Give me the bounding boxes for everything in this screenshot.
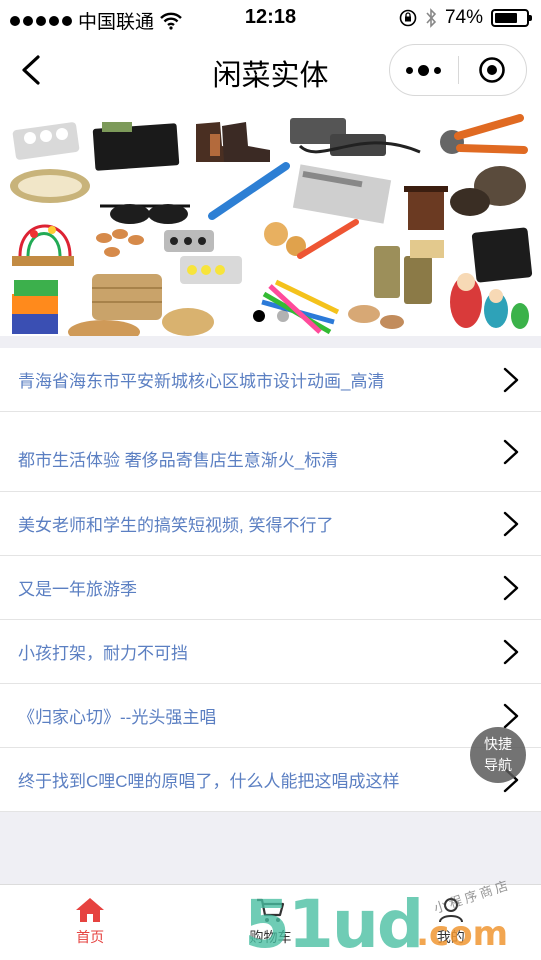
- more-dot-icon: [434, 66, 442, 74]
- cart-icon: [257, 898, 285, 922]
- list-item[interactable]: 美女老师和学生的搞笑短视频, 笑得不行了: [0, 492, 541, 556]
- list-item-label: 青海省海东市平安新城核心区城市设计动画_高清: [18, 372, 385, 391]
- quick-nav-label-line1: 快捷: [484, 736, 512, 752]
- bluetooth-icon: [426, 8, 437, 28]
- list-item-label: 《归家心切》--光头强主唱: [18, 708, 217, 727]
- chevron-right-icon: [503, 439, 519, 464]
- list-item-label: 都市生活体验 奢侈品寄售店生意渐火_标清: [18, 451, 339, 470]
- more-button[interactable]: [390, 45, 458, 95]
- status-right: 74%: [399, 7, 532, 29]
- chevron-right-icon: [503, 367, 519, 392]
- quick-nav-label-line2: 导航: [484, 757, 512, 773]
- chevron-right-icon: [503, 703, 519, 728]
- tab-cart[interactable]: 购物车: [180, 885, 360, 960]
- article-list: 青海省海东市平安新城核心区城市设计动画_高清 都市生活体验 奢侈品寄售店生意渐火…: [0, 348, 541, 812]
- list-item[interactable]: 《归家心切》--光头强主唱: [0, 684, 541, 748]
- list-item-label: 小孩打架，耐力不可挡: [18, 644, 188, 663]
- more-dot-icon: [406, 66, 414, 74]
- close-miniprogram-button[interactable]: [459, 45, 527, 95]
- tab-label: 我的: [436, 929, 465, 945]
- chevron-right-icon: [503, 639, 519, 664]
- list-item[interactable]: 又是一年旅游季: [0, 556, 541, 620]
- tab-bar: 首页 购物车 我的: [0, 884, 541, 960]
- battery-percentage: 74%: [444, 7, 483, 28]
- banner-image: [0, 106, 541, 336]
- tab-label: 首页: [76, 929, 105, 945]
- banner-carousel[interactable]: [0, 106, 541, 336]
- more-dot-icon: [418, 64, 430, 76]
- nav-bar: 闲菜实体: [0, 36, 541, 106]
- list-item-label: 又是一年旅游季: [18, 580, 137, 599]
- orientation-lock-icon: [399, 9, 417, 27]
- list-item[interactable]: 终于找到C哩C哩的原唱了，什么人能把这唱成这样: [0, 748, 541, 812]
- chevron-right-icon: [503, 575, 519, 600]
- quick-nav-button[interactable]: 快捷 导航: [470, 727, 526, 783]
- tab-home[interactable]: 首页: [0, 885, 180, 960]
- battery-fill: [495, 13, 518, 23]
- battery-icon: [491, 9, 532, 27]
- tab-label: 购物车: [249, 929, 292, 945]
- target-close-icon: [479, 57, 506, 83]
- list-item[interactable]: 小孩打架，耐力不可挡: [0, 620, 541, 684]
- pagination-dot-active[interactable]: [252, 310, 265, 322]
- pagination-dot[interactable]: [276, 310, 289, 322]
- tab-profile[interactable]: 我的: [361, 885, 541, 960]
- list-item[interactable]: 都市生活体验 奢侈品寄售店生意渐火_标清: [0, 412, 541, 492]
- list-item-label: 美女老师和学生的搞笑短视频, 笑得不行了: [18, 516, 334, 535]
- list-item-label: 终于找到C哩C哩的原唱了，什么人能把这唱成这样: [18, 772, 400, 791]
- status-bar: 中国联通 12:18 74%: [0, 0, 541, 36]
- user-icon: [438, 898, 463, 923]
- home-icon: [76, 898, 105, 922]
- miniprogram-capsule: [389, 44, 527, 96]
- list-item[interactable]: 青海省海东市平安新城核心区城市设计动画_高清: [0, 348, 541, 412]
- banner-pagination: [0, 310, 541, 322]
- chevron-right-icon: [503, 511, 519, 536]
